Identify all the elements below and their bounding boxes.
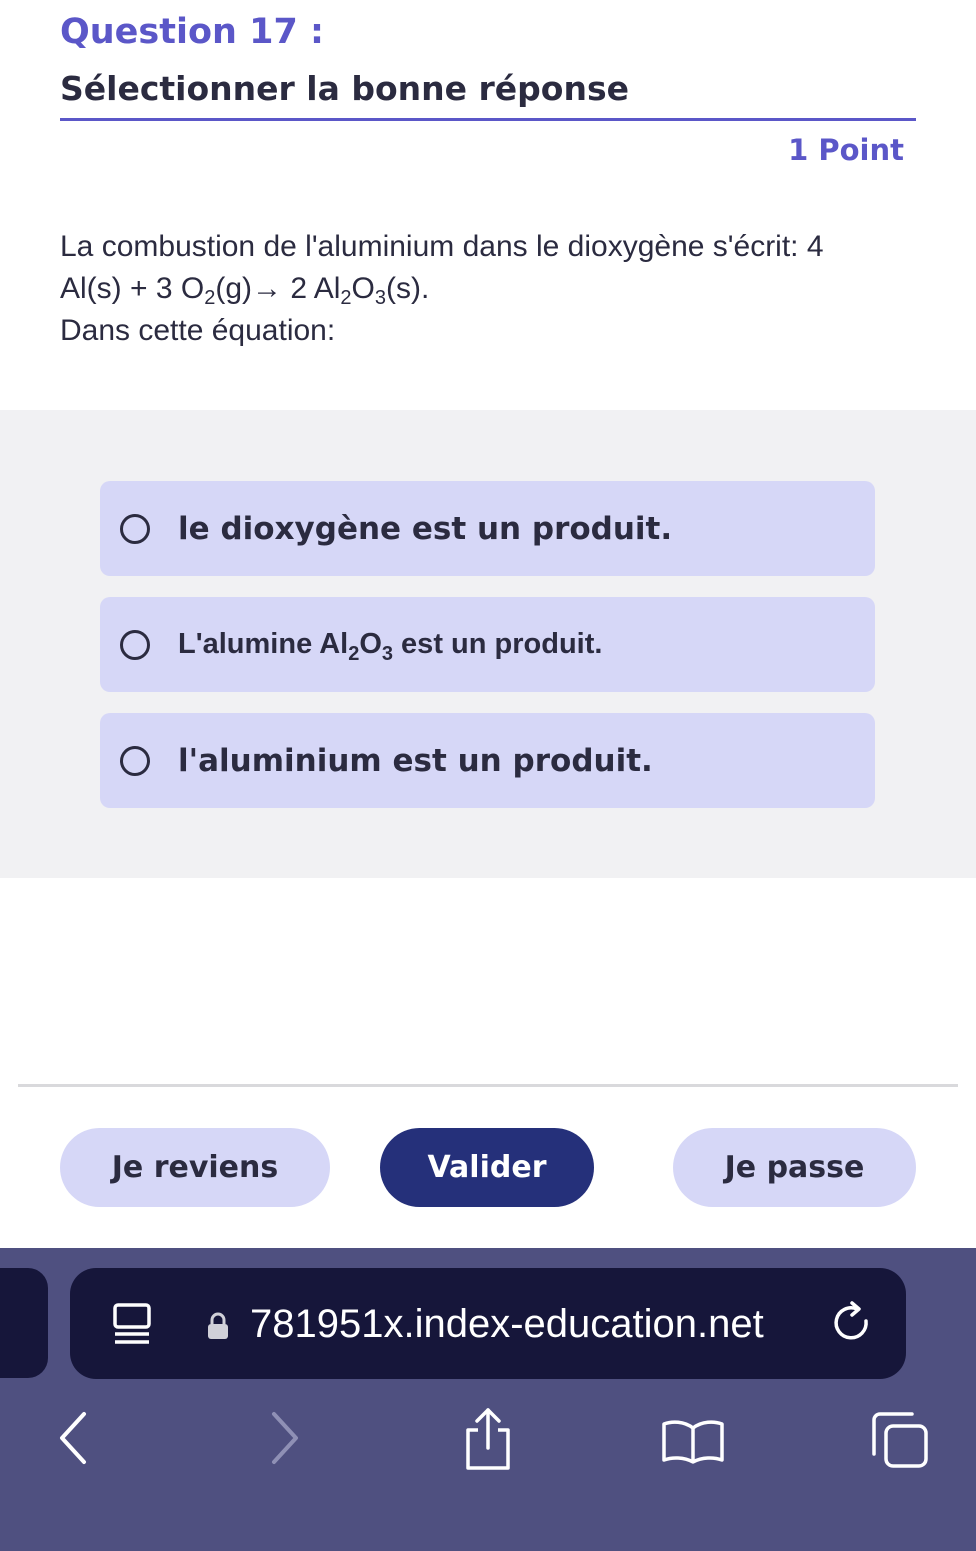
- radio-button[interactable]: [120, 629, 150, 660]
- reload-icon[interactable]: [830, 1300, 876, 1346]
- question-line-3: Dans cette équation:: [60, 314, 336, 347]
- lock-icon: [208, 1312, 228, 1339]
- question-text: La combustion de l'aluminium dans le dio…: [60, 226, 920, 352]
- tabs-icon[interactable]: [868, 1410, 932, 1472]
- forward-icon[interactable]: [266, 1410, 302, 1466]
- answer-option-2[interactable]: L'alumine Al2O3 est un produit.: [100, 597, 875, 692]
- browser-toolbar: 781951x.index-education.net: [0, 1248, 976, 1551]
- answer-option-label: L'alumine Al2O3 est un produit.: [178, 628, 603, 665]
- skip-button[interactable]: Je passe: [673, 1128, 916, 1207]
- address-bar[interactable]: 781951x.index-education.net: [70, 1268, 906, 1379]
- answer-option-3[interactable]: l'aluminium est un produit.: [100, 713, 875, 808]
- validate-button[interactable]: Valider: [380, 1128, 594, 1207]
- answer-option-label: l'aluminium est un produit.: [178, 742, 653, 779]
- footer-divider: [18, 1084, 958, 1087]
- question-equation: Al(s) + 3 O2(g)→ 2 Al2O3(s).: [60, 272, 430, 309]
- answer-option-label: le dioxygène est un produit.: [178, 510, 673, 547]
- back-icon[interactable]: [56, 1410, 92, 1466]
- radio-button[interactable]: [120, 513, 150, 544]
- share-icon[interactable]: [460, 1406, 516, 1472]
- question-instruction: Sélectionner la bonne réponse: [60, 69, 629, 108]
- header-divider: [60, 118, 916, 121]
- question-number: Question 17 :: [60, 12, 325, 52]
- answer-option-1[interactable]: le dioxygène est un produit.: [100, 481, 875, 576]
- url-text: 781951x.index-education.net: [250, 1302, 764, 1346]
- question-header: Question 17 : Sélectionner la bonne répo…: [60, 8, 916, 112]
- bookmarks-icon[interactable]: [660, 1418, 726, 1464]
- reader-icon[interactable]: [112, 1300, 154, 1348]
- question-points: 1 Point: [788, 133, 904, 167]
- back-button[interactable]: Je reviens: [60, 1128, 330, 1207]
- previous-tab-preview[interactable]: [0, 1268, 48, 1378]
- radio-button[interactable]: [120, 745, 150, 776]
- question-line-1: La combustion de l'aluminium dans le dio…: [60, 230, 824, 263]
